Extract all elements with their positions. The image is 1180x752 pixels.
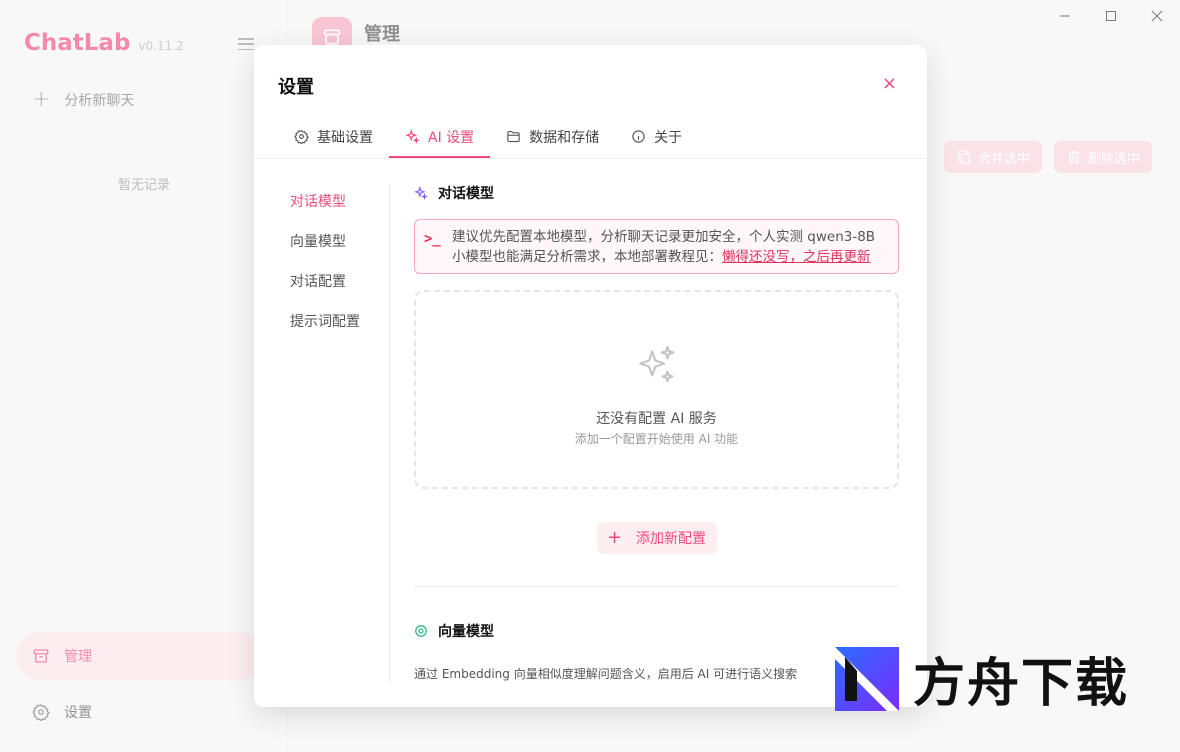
empty-title: 还没有配置 AI 服务 (596, 411, 717, 427)
settings-tabs: 基础设置 AI 设置 数据和存储 关于 (278, 115, 927, 158)
close-icon[interactable]: × (882, 75, 897, 93)
subnav-prompt-config[interactable]: 提示词配置 (290, 311, 360, 351)
sparkles-icon (405, 129, 420, 144)
gear-icon (294, 129, 309, 144)
chat-model-heading: 对话模型 (414, 183, 899, 203)
info-icon (632, 130, 645, 143)
watermark: 方舟下载 (835, 641, 1129, 716)
vector-model-description: 通过 Embedding 向量相似度理解问题含义，启用后 AI 可进行语义搜索 (414, 667, 798, 681)
tab-about[interactable]: 关于 (615, 115, 698, 158)
notice-line-1: 建议优先配置本地模型，分析聊天记录更加安全，个人实测 qwen3-8B (452, 229, 876, 245)
tab-label: 关于 (654, 129, 683, 146)
settings-modal: 设置 × 基础设置 AI 设置 数据和存储 关于 对话模型 向量模型 对话配置 … (254, 45, 927, 707)
empty-config-placeholder: 还没有配置 AI 服务 添加一个配置开始使用 AI 功能 (414, 290, 899, 489)
folder-icon (507, 130, 520, 143)
sparkles-icon (638, 345, 674, 383)
terminal-icon: >_ (424, 231, 441, 247)
tab-ai-settings[interactable]: AI 设置 (389, 115, 491, 158)
add-config-label: 添加新配置 (636, 531, 707, 547)
plus-icon: + (606, 527, 623, 548)
vector-model-heading: 向量模型 (414, 621, 899, 641)
watermark-logo-icon (835, 646, 899, 711)
add-config-button[interactable]: + 添加新配置 (596, 522, 717, 554)
sparkles-icon (414, 186, 428, 200)
subnav-divider (389, 183, 390, 683)
tab-label: 数据和存储 (529, 129, 600, 146)
empty-subtitle: 添加一个配置开始使用 AI 功能 (574, 432, 739, 446)
section-title-text: 向量模型 (438, 624, 494, 640)
watermark-text: 方舟下载 (913, 654, 1130, 714)
local-model-notice: >_ 建议优先配置本地模型，分析聊天记录更加安全，个人实测 qwen3-8B 小… (414, 219, 899, 274)
tabs-divider (254, 158, 927, 159)
tab-label: 基础设置 (317, 129, 373, 146)
ai-subnav: 对话模型 向量模型 对话配置 提示词配置 (290, 191, 360, 351)
subnav-chat-config[interactable]: 对话配置 (290, 271, 360, 311)
target-icon (415, 625, 427, 637)
tab-basic-settings[interactable]: 基础设置 (278, 115, 389, 158)
ai-settings-content: 对话模型 >_ 建议优先配置本地模型，分析聊天记录更加安全，个人实测 qwen3… (414, 183, 899, 682)
section-divider (414, 586, 899, 587)
subnav-vector-model[interactable]: 向量模型 (290, 231, 360, 271)
tab-data-storage[interactable]: 数据和存储 (490, 115, 615, 158)
subnav-chat-model[interactable]: 对话模型 (290, 191, 360, 231)
tutorial-link[interactable]: 懒得还没写，之后再更新 (722, 249, 871, 265)
section-title-text: 对话模型 (438, 186, 494, 202)
vector-model-section: 向量模型 通过 Embedding 向量相似度理解问题含义，启用后 AI 可进行… (414, 621, 899, 682)
tab-label: AI 设置 (428, 129, 475, 146)
notice-line-2-text: 小模型也能满足分析需求，本地部署教程见： (452, 249, 722, 265)
modal-title: 设置 (278, 77, 314, 98)
notice-line-2: 小模型也能满足分析需求，本地部署教程见：懒得还没写，之后再更新 (452, 247, 888, 267)
